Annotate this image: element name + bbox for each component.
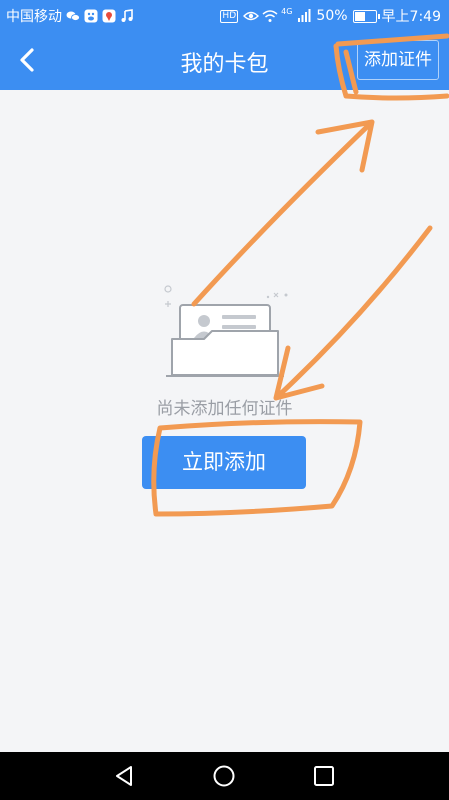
header: 我的卡包 添加证件: [0, 30, 449, 90]
signal-icon: [297, 9, 311, 23]
add-now-button[interactable]: 立即添加: [142, 436, 306, 489]
add-certificate-button[interactable]: 添加证件: [357, 40, 439, 80]
status-right: HD 4G 50% 早上7:49: [220, 6, 441, 26]
empty-state-message: 尚未添加任何证件: [156, 399, 293, 419]
annotation-arrow-up: [191, 119, 375, 307]
map-icon: [102, 9, 116, 23]
eye-icon: [243, 9, 260, 23]
network-type-label: 4G: [281, 6, 293, 16]
battery-fill: [354, 11, 365, 21]
music-icon: [120, 9, 134, 23]
carrier-label: 中国移动: [6, 9, 62, 25]
status-bar: 中国移动 HD 4G 50% 早上7:49: [0, 0, 449, 30]
recents-square-icon[interactable]: [312, 764, 336, 788]
wechat-icon: [66, 9, 80, 23]
battery-percent-label: 50%: [316, 8, 348, 24]
annotation-arrow-down: [273, 225, 433, 401]
home-circle-icon[interactable]: [212, 764, 236, 788]
card-holder-icon: [160, 283, 290, 383]
baidu-icon: [84, 9, 98, 23]
status-left: 中国移动: [6, 6, 134, 26]
wifi-icon: [262, 9, 278, 23]
back-triangle-icon[interactable]: [112, 764, 136, 788]
hd-icon: HD: [220, 9, 239, 23]
time-label: 早上7:49: [381, 9, 441, 25]
battery-icon: [352, 9, 380, 23]
navigation-bar: [0, 752, 449, 800]
